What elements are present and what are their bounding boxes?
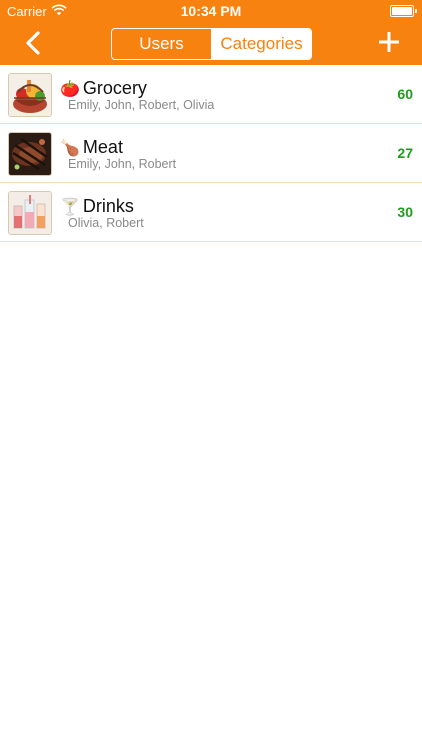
segment-categories[interactable]: Categories: [212, 29, 311, 59]
tomato-icon: 🍅: [60, 80, 80, 98]
category-row-meat[interactable]: 🍗 Meat Emily, John, Robert 27: [0, 124, 422, 183]
category-name: Meat: [82, 137, 123, 157]
drinks-image: [8, 191, 52, 235]
grocery-basket-image: [8, 73, 52, 117]
category-count: 27: [397, 145, 413, 161]
add-category-button[interactable]: [378, 31, 400, 53]
category-count: 30: [397, 204, 413, 220]
category-row-drinks[interactable]: 🍸 Drinks Olivia, Robert 30: [0, 183, 422, 242]
drumstick-icon: 🍗: [60, 139, 80, 157]
category-name: Grocery: [82, 78, 147, 98]
chevron-left-icon: [26, 31, 40, 55]
category-users: Emily, John, Robert: [68, 157, 177, 171]
category-count: 60: [397, 86, 413, 102]
steak-image: [8, 132, 52, 176]
plus-icon: [379, 32, 399, 52]
back-button[interactable]: [22, 30, 46, 56]
status-bar: Carrier 10:34 PM: [0, 0, 422, 22]
users-categories-segmented-control[interactable]: Users Categories: [111, 28, 312, 60]
category-list: 🍅 Grocery Emily, John, Robert, Olivia 60…: [0, 65, 422, 242]
status-time: 10:34 PM: [180, 3, 242, 19]
cocktail-icon: 🍸: [60, 198, 80, 216]
category-users: Emily, John, Robert, Olivia: [68, 98, 215, 112]
category-users: Olivia, Robert: [68, 216, 144, 230]
battery-icon: [390, 5, 417, 17]
navigation-bar: Carrier 10:34 PM Users Categories: [0, 0, 422, 65]
category-row-grocery[interactable]: 🍅 Grocery Emily, John, Robert, Olivia 60: [0, 65, 422, 124]
category-name: Drinks: [82, 196, 134, 216]
segment-users[interactable]: Users: [112, 29, 212, 59]
